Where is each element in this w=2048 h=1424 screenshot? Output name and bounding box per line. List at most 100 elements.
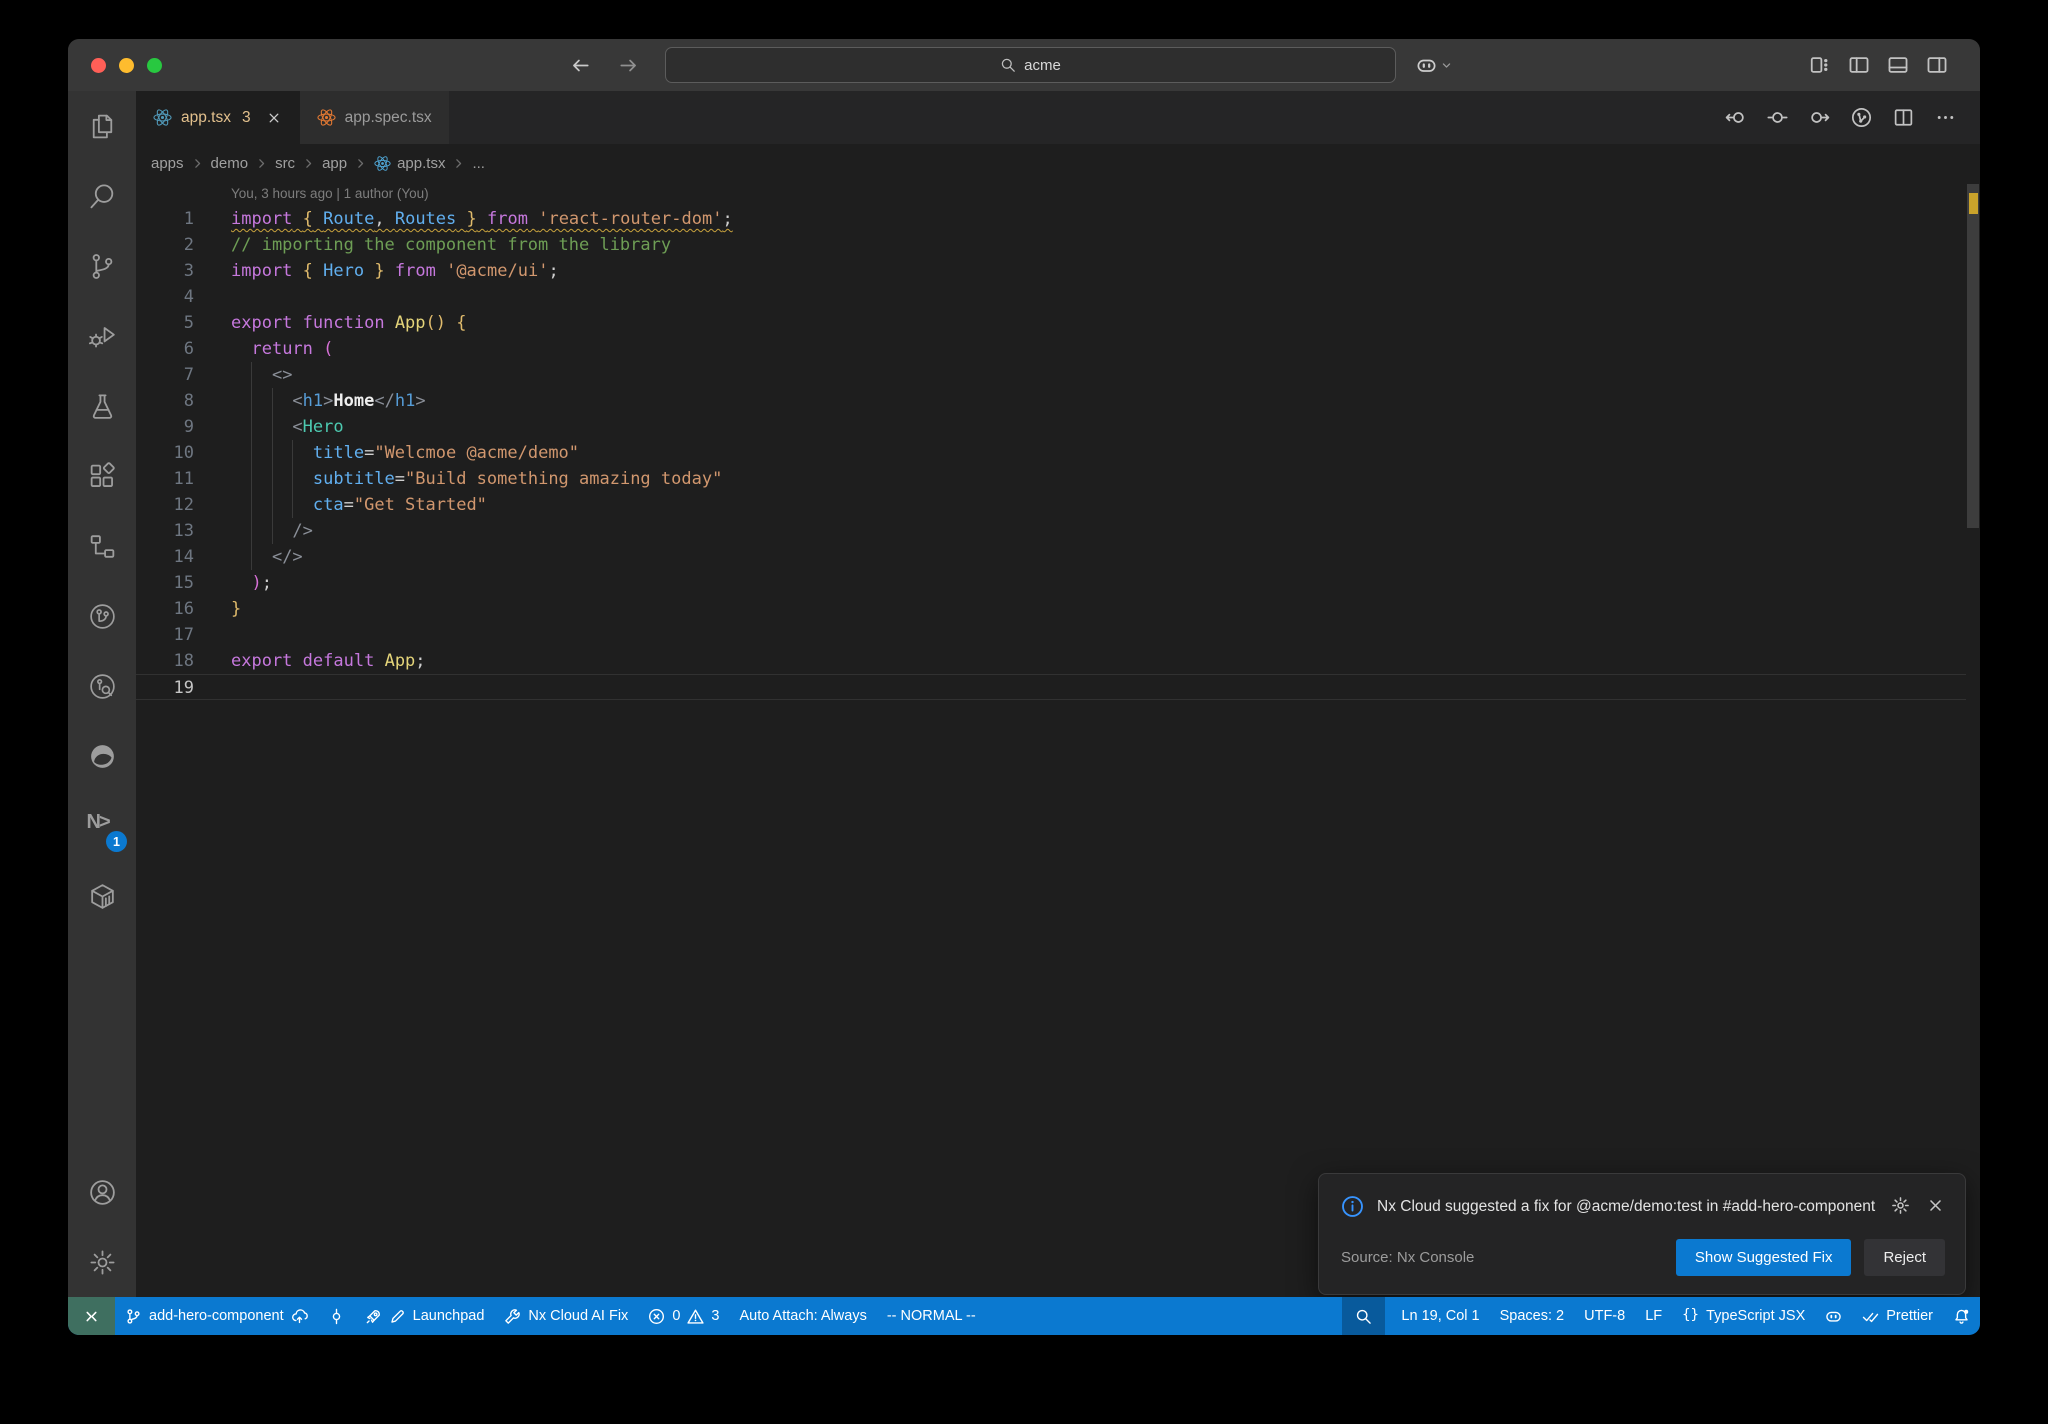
line-number: 10 [173, 443, 194, 463]
code-line-5: 5 export function App() { [136, 310, 1966, 336]
statusbar-git-branch[interactable]: add-hero-component [115, 1297, 318, 1335]
reject-button[interactable]: Reject [1864, 1239, 1945, 1276]
activity-source-control[interactable] [68, 231, 136, 301]
statusbar-search-editor[interactable] [1342, 1297, 1386, 1335]
activity-run-and-debug[interactable] [68, 301, 136, 371]
tab-label: app.spec.tsx [344, 108, 432, 126]
toggle-panel-icon[interactable] [1887, 54, 1909, 76]
statusbar-language-mode[interactable]: {} TypeScript JSX [1672, 1297, 1815, 1335]
open-previous-change-icon[interactable] [1725, 107, 1746, 128]
statusbar-indentation[interactable]: Spaces: 2 [1490, 1297, 1575, 1335]
statusbar-remote-indicator[interactable] [68, 1297, 115, 1335]
line-number: 2 [183, 235, 194, 255]
layout-controls [1809, 54, 1948, 76]
breadcrumb-item[interactable]: app [322, 155, 347, 172]
statusbar-copilot-status[interactable] [1815, 1297, 1852, 1335]
scrollbar-slider[interactable] [1967, 184, 1979, 528]
activity-project-hierarchy[interactable] [68, 511, 136, 581]
code-line-18: 18 export default App; [136, 648, 1966, 674]
code-line-16: 16 } [136, 596, 1966, 622]
activity-search[interactable] [68, 161, 136, 231]
open-changes-icon[interactable] [1767, 107, 1788, 128]
command-center-value: acme [1024, 56, 1061, 74]
activity-gitlens[interactable] [68, 581, 136, 651]
customize-layout-icon[interactable] [1809, 54, 1831, 76]
breadcrumb-item[interactable]: src [275, 155, 295, 172]
notification-close-icon[interactable] [1926, 1196, 1945, 1215]
forward-icon[interactable] [618, 55, 639, 76]
line-number: 17 [173, 625, 194, 645]
statusbar-auto-attach[interactable]: Auto Attach: Always [729, 1297, 876, 1335]
line-number: 13 [173, 521, 194, 541]
window-controls [91, 57, 162, 73]
copilot-menu[interactable] [1416, 55, 1452, 76]
statusbar-formatter-prettier[interactable]: Prettier [1852, 1297, 1943, 1335]
close-icon[interactable] [266, 110, 282, 126]
notification-settings-icon[interactable] [1891, 1196, 1910, 1215]
search-icon [1355, 1308, 1372, 1325]
statusbar-encoding[interactable]: UTF-8 [1574, 1297, 1635, 1335]
extensions-icon [87, 461, 118, 492]
code-line-1: 1 import { Route, Routes } from 'react-r… [136, 206, 1966, 232]
statusbar-commit-graph[interactable] [318, 1297, 355, 1335]
cloud-upload-icon [291, 1308, 308, 1325]
breadcrumb-item[interactable]: app.tsx [374, 155, 445, 172]
activity-nx-console[interactable]: N> 1 [68, 791, 136, 861]
open-next-change-icon[interactable] [1809, 107, 1830, 128]
activity-manage-settings[interactable] [68, 1227, 136, 1297]
code-line-2: 2 // importing the component from the li… [136, 232, 1966, 258]
statusbar-cursor-position[interactable]: Ln 19, Col 1 [1391, 1297, 1489, 1335]
statusbar-notifications-bell[interactable] [1943, 1297, 1980, 1335]
edge-icon [87, 741, 118, 772]
back-icon[interactable] [570, 55, 591, 76]
minimize-window-button[interactable] [119, 57, 134, 73]
code-line-13: 13 /> [136, 518, 1966, 544]
activity-extensions[interactable] [68, 441, 136, 511]
run-debug-icon [87, 321, 118, 352]
activity-edge-tools[interactable] [68, 721, 136, 791]
line-number: 12 [173, 495, 194, 515]
vscode-window: acme N> 1 app.tsx 3 app.spec.tsx apps de… [68, 39, 1980, 1335]
breadcrumb-item[interactable]: apps [151, 155, 184, 172]
statusbar-left: add-hero-component Launchpad Nx Cloud AI… [68, 1297, 986, 1335]
breadcrumb-item[interactable]: demo [211, 155, 249, 172]
activity-testing[interactable] [68, 371, 136, 441]
activity-explorer[interactable] [68, 91, 136, 161]
activity-containers[interactable] [68, 861, 136, 931]
split-editor-icon[interactable] [1893, 107, 1914, 128]
close-window-button[interactable] [91, 57, 106, 73]
zoom-window-button[interactable] [147, 57, 162, 73]
code-line-8: 8 <h1>Home</h1> [136, 388, 1966, 414]
breadcrumb: apps demo src app app.tsx ... [136, 144, 1980, 182]
pencil-icon [389, 1308, 406, 1325]
code-line-15: 15 ); [136, 570, 1966, 596]
tab-app.spec.tsx[interactable]: app.spec.tsx [298, 91, 449, 144]
activity-badge: 1 [106, 831, 127, 852]
statusbar-gitlens-launchpad[interactable]: Launchpad [355, 1297, 495, 1335]
statusbar-eol[interactable]: LF [1635, 1297, 1672, 1335]
toggle-secondary-sidebar-icon[interactable] [1926, 54, 1948, 76]
toggle-sidebar-icon[interactable] [1848, 54, 1870, 76]
activity-gitlens-inspect[interactable] [68, 651, 136, 721]
activity-accounts[interactable] [68, 1157, 136, 1227]
search-big-icon [87, 181, 118, 212]
explorer-icon [87, 111, 118, 142]
breadcrumb-item[interactable]: ... [472, 155, 485, 172]
statusbar-problems[interactable]: 03 [638, 1297, 729, 1335]
react-icon [374, 155, 391, 172]
statusbar-vim-mode[interactable]: -- NORMAL -- [877, 1297, 986, 1335]
line-number: 16 [173, 599, 194, 619]
code-editor[interactable]: You, 3 hours ago | 1 author (You) 1 impo… [136, 182, 1966, 1297]
statusbar-nx-cloud-ai-fix[interactable]: Nx Cloud AI Fix [494, 1297, 638, 1335]
show-suggested-fix-button[interactable]: Show Suggested Fix [1675, 1239, 1852, 1276]
vertical-scrollbar [1966, 182, 1980, 1297]
tab-app.tsx[interactable]: app.tsx 3 [136, 91, 299, 144]
gitlens-inspect-icon [87, 671, 118, 702]
commit-graph-icon[interactable] [1851, 107, 1872, 128]
copilot-icon [1825, 1308, 1842, 1325]
chevron-right-icon [354, 157, 367, 170]
chevron-right-icon [255, 157, 268, 170]
command-center-search[interactable]: acme [665, 47, 1396, 83]
notification-source: Source: Nx Console [1341, 1249, 1475, 1266]
more-actions-icon[interactable] [1935, 107, 1956, 128]
